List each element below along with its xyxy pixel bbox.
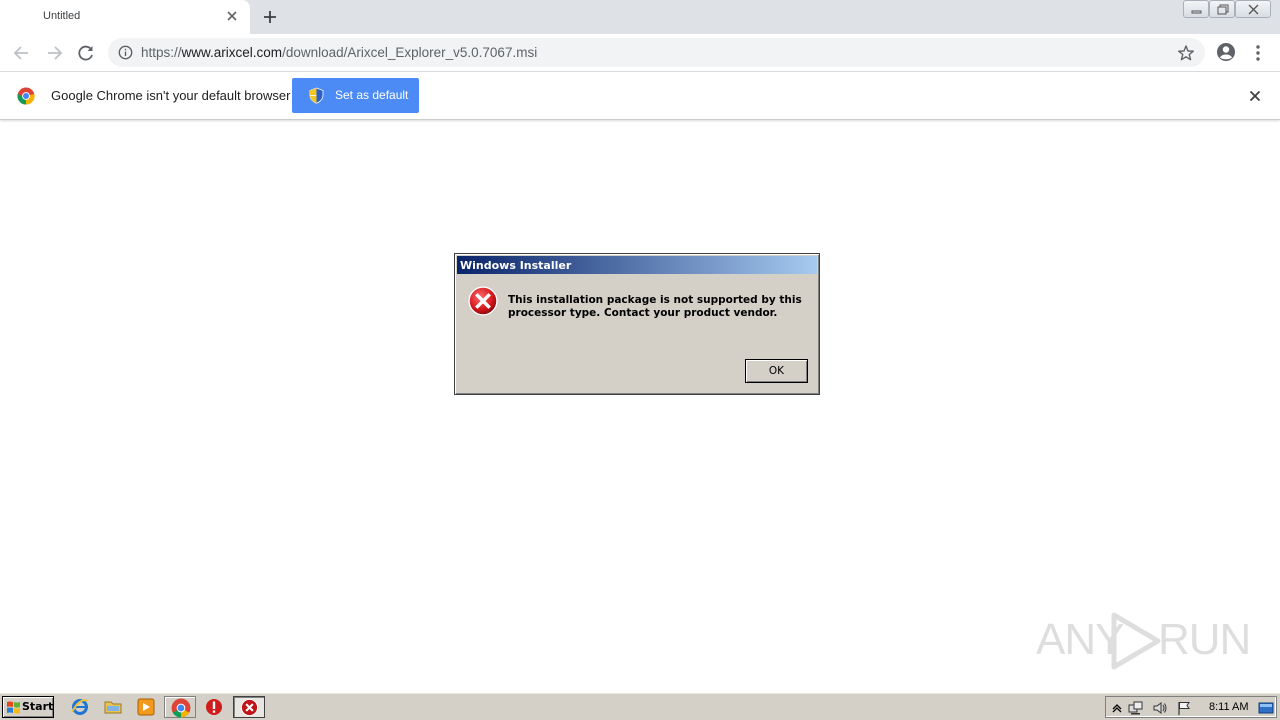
address-bar[interactable]: https://www.arixcel.com/download/Arixcel… (108, 38, 1205, 67)
window-close-icon (1248, 4, 1259, 15)
new-tab-icon[interactable] (260, 7, 280, 27)
uac-shield-icon (309, 87, 324, 104)
media-player-icon[interactable] (136, 697, 156, 717)
more-menu-icon[interactable] (1250, 42, 1266, 64)
windows-installer-dialog: Windows Installer This installation pack… (454, 253, 820, 395)
error-app-icon (240, 698, 259, 717)
url-host: www.arixcel.com (181, 45, 283, 60)
show-desktop-icon[interactable] (1258, 700, 1274, 716)
default-browser-infobar: Google Chrome isn't your default browser… (0, 72, 1280, 120)
show-hidden-icon[interactable] (1109, 700, 1125, 716)
ok-button[interactable]: OK (745, 359, 808, 383)
start-button[interactable]: Start (2, 696, 54, 718)
folder-icon[interactable] (103, 697, 123, 717)
close-tab-icon[interactable] (223, 7, 241, 25)
dialog-title: Windows Installer (460, 259, 572, 272)
system-tray: 8:11 AM (1105, 696, 1277, 718)
taskbar-installer-button[interactable] (233, 696, 265, 718)
infobar-message: Google Chrome isn't your default browser (51, 88, 291, 103)
reload-icon[interactable] (75, 42, 97, 64)
url-text[interactable]: https://www.arixcel.com/download/Arixcel… (141, 45, 537, 60)
tab-strip: Untitled (0, 0, 1280, 34)
windows-logo-icon (7, 701, 20, 714)
anyrun-watermark: ANY RUN (1036, 607, 1251, 671)
chrome-icon (171, 698, 191, 718)
volume-icon[interactable] (1152, 700, 1168, 716)
url-scheme: https:// (141, 45, 182, 60)
play-logo-icon (1111, 612, 1161, 670)
browser-tab[interactable]: Untitled (0, 0, 250, 34)
dialog-titlebar[interactable]: Windows Installer (457, 256, 817, 274)
clock[interactable]: 8:11 AM (1209, 701, 1249, 713)
back-icon[interactable] (11, 42, 33, 64)
forward-icon[interactable] (43, 42, 65, 64)
bookmark-star-icon[interactable] (1177, 44, 1195, 62)
taskbar-chrome-button[interactable] (164, 696, 196, 718)
internet-explorer-icon[interactable] (70, 697, 90, 717)
site-info-icon[interactable] (118, 45, 133, 60)
set-as-default-label: Set as default (335, 88, 409, 102)
chrome-logo-icon (17, 87, 35, 105)
dialog-message: This installation package is not support… (508, 294, 802, 319)
error-icon (468, 286, 498, 316)
restore-icon (1217, 4, 1229, 15)
minimize-icon (1191, 10, 1202, 14)
set-as-default-button[interactable]: Set as default (292, 78, 419, 113)
window-close-button[interactable] (1235, 0, 1271, 18)
browser-toolbar: https://www.arixcel.com/download/Arixcel… (0, 34, 1280, 72)
watermark-text-right: RUN (1158, 615, 1251, 664)
restore-button[interactable] (1209, 0, 1235, 18)
network-icon[interactable] (1128, 700, 1144, 716)
start-label: Start (22, 700, 54, 713)
taskbar: Start 8:11 AM (0, 692, 1280, 720)
flag-icon[interactable] (1176, 700, 1192, 716)
ok-button-label: OK (768, 365, 785, 377)
infobar-close-icon[interactable] (1247, 88, 1263, 104)
url-path: /download/Arixcel_Explorer_v5.0.7067.msi (282, 45, 538, 60)
minimize-button[interactable] (1183, 0, 1209, 18)
profile-icon[interactable] (1215, 41, 1237, 63)
tab-title: Untitled (43, 10, 81, 22)
stop-icon[interactable] (204, 697, 224, 717)
